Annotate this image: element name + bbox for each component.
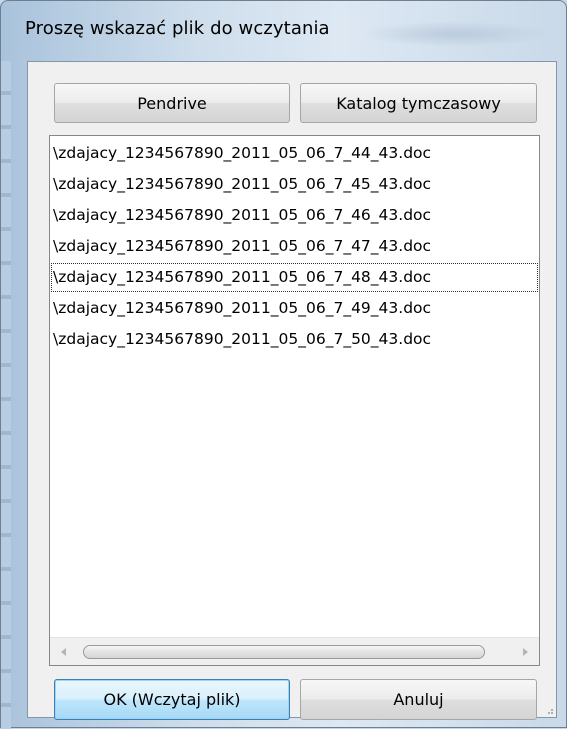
file-list-item[interactable]: \zdajacy_1234567890_2011_05_06_7_49_43.d… [50, 293, 539, 324]
cancel-button[interactable]: Anuluj [300, 679, 537, 720]
file-list-item[interactable]: \zdajacy_1234567890_2011_05_06_7_50_43.d… [50, 324, 539, 355]
dialog-content: Pendrive Katalog tymczasowy \zdajacy_123… [27, 61, 557, 720]
file-listbox[interactable]: \zdajacy_1234567890_2011_05_06_7_44_43.d… [49, 135, 540, 666]
temp-folder-button[interactable]: Katalog tymczasowy [300, 83, 537, 123]
pendrive-button[interactable]: Pendrive [54, 83, 290, 123]
dialog-title: Proszę wskazać plik do wczytania [25, 18, 330, 39]
ok-load-file-button[interactable]: OK (Wczytaj plik) [54, 679, 290, 720]
scrollbar-thumb[interactable] [83, 645, 485, 659]
horizontal-scrollbar[interactable] [50, 637, 539, 665]
file-list-item[interactable]: \zdajacy_1234567890_2011_05_06_7_47_43.d… [50, 231, 539, 262]
dialog-window: Proszę wskazać plik do wczytania Pendriv… [0, 0, 567, 729]
scroll-left-arrow-icon[interactable] [52, 638, 74, 665]
file-list-item[interactable]: \zdajacy_1234567890_2011_05_06_7_46_43.d… [50, 200, 539, 231]
resize-grip-icon[interactable] [544, 705, 554, 715]
window-frame-edge [1, 61, 11, 729]
file-list-item[interactable]: \zdajacy_1234567890_2011_05_06_7_45_43.d… [50, 169, 539, 200]
title-bar-glow [361, 21, 551, 47]
scroll-right-arrow-icon[interactable] [515, 638, 537, 665]
file-list[interactable]: \zdajacy_1234567890_2011_05_06_7_44_43.d… [50, 138, 539, 628]
file-list-item[interactable]: \zdajacy_1234567890_2011_05_06_7_48_43.d… [50, 262, 539, 293]
file-list-item[interactable]: \zdajacy_1234567890_2011_05_06_7_44_43.d… [50, 138, 539, 169]
